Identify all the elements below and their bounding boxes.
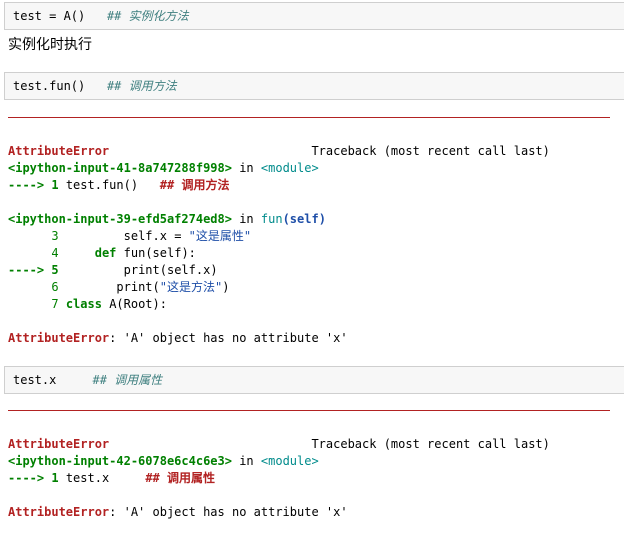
cell-comment: ## 调用方法 [106,79,177,93]
cell-comment: ## 实例化方法 [106,9,189,23]
traceback-divider [8,410,610,411]
code-cell-input-1[interactable]: test = A() ## 实例化方法 [4,2,624,30]
code-cell-input-2[interactable]: test.fun() ## 调用方法 [4,72,624,100]
cell-code: test = A() [13,9,86,23]
cell-code: test.x [13,373,57,387]
traceback-output-2: AttributeError Traceback (most recent ca… [8,437,550,519]
cell-output-1: 实例化时执行 [8,37,92,53]
cell-comment: ## 调用属性 [92,373,163,387]
traceback-output-1: AttributeError Traceback (most recent ca… [8,144,550,345]
cell-code: test.fun() [13,79,86,93]
traceback-divider [8,117,610,118]
code-cell-input-3[interactable]: test.x ## 调用属性 [4,366,624,394]
